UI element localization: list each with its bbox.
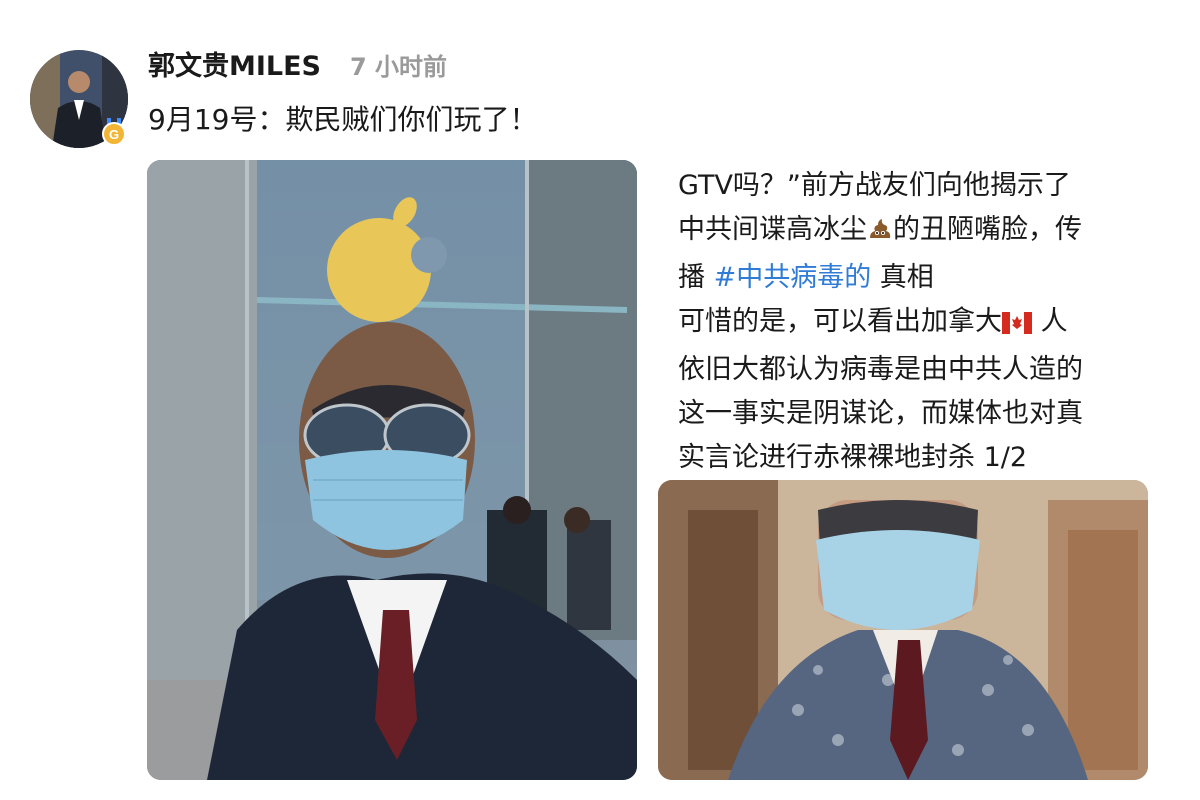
caption-line-7: 实言论进行赤裸裸地封杀 1/2: [678, 442, 1028, 473]
verified-badge-icon: G: [100, 118, 128, 146]
caption-line-2-a: 中共间谍高冰尘: [678, 214, 867, 245]
hashtag-link[interactable]: #中共病毒的: [714, 262, 872, 293]
caption-line-3-a: 播: [678, 262, 714, 293]
svg-text:G: G: [109, 127, 119, 142]
caption-line-3-b: 真相: [871, 262, 934, 293]
post-caption: GTV吗？”前方战友们向他揭示了 中共间谍高冰尘 的丑陋嘴脸，传 播 #中共病毒的…: [678, 164, 1138, 480]
pile-of-poo-icon: [867, 212, 893, 256]
caption-line-3: 播 #中共病毒的 真相: [678, 256, 1138, 300]
post-text: 9月19号：欺民贼们你们玩了！: [148, 103, 538, 136]
caption-line-4-a: 可惜的是，可以看出加拿大: [678, 306, 1002, 337]
caption-line-5: 依旧大都认为病毒是由中共人造的: [678, 354, 1083, 385]
caption-line-1: GTV吗？”前方战友们向他揭示了: [678, 170, 1071, 201]
post-timestamp: 7 小时前: [350, 53, 448, 81]
author-name[interactable]: 郭文贵MILES: [148, 44, 321, 83]
caption-line-2: 中共间谍高冰尘 的丑陋嘴脸，传: [678, 208, 1138, 256]
caption-line-4: 可惜的是，可以看出加拿大 人: [678, 300, 1138, 348]
caption-line-2-b: 的丑陋嘴脸，传: [893, 214, 1082, 245]
post-photo-apple-store-selfie[interactable]: [147, 160, 637, 780]
caption-line-6: 这一事实是阴谋论，而媒体也对真: [678, 398, 1083, 429]
post-photo-store-mirror[interactable]: [658, 480, 1148, 780]
caption-line-4-b: 人: [1032, 306, 1068, 337]
canada-flag-icon: [1002, 304, 1032, 348]
